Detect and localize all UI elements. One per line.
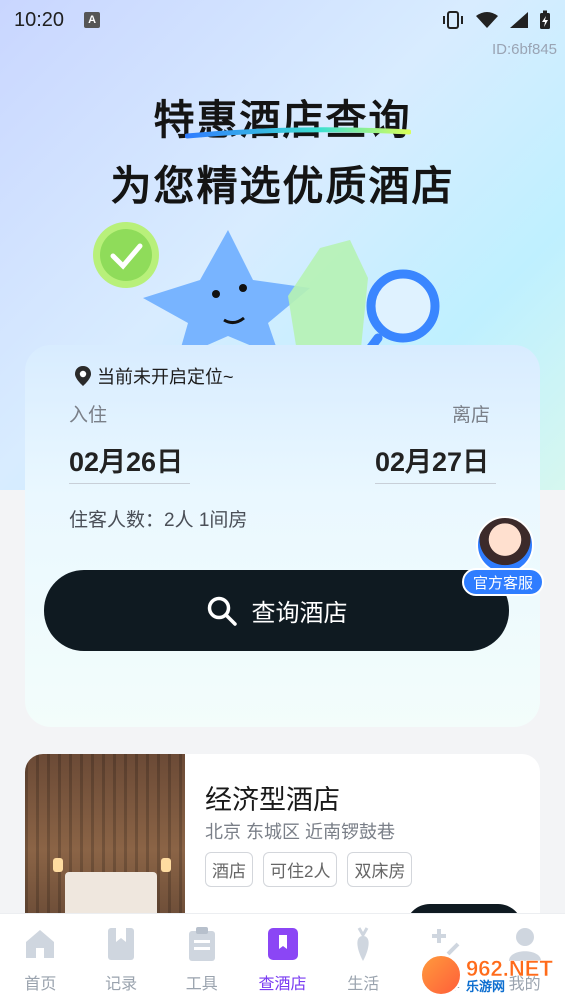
- hotel-name: 经济型酒店: [205, 785, 340, 815]
- search-hotel-button[interactable]: 查询酒店: [44, 570, 509, 651]
- headline-subtitle: 为您精选优质酒店: [110, 163, 455, 209]
- tab-home[interactable]: 首页: [0, 914, 81, 1004]
- tab-records[interactable]: 记录: [81, 914, 162, 1004]
- tab-label: 首页: [24, 976, 57, 993]
- hotel-tags: 酒店 可住2人 双床房: [205, 852, 413, 887]
- tab-tools[interactable]: 工具: [161, 914, 242, 1004]
- checkin-underline: [69, 483, 190, 484]
- carrot-icon: [357, 927, 369, 961]
- customer-service-label: 官方客服: [462, 568, 544, 596]
- checkout-label: 离店: [452, 405, 491, 426]
- service-avatar: [476, 516, 534, 574]
- wifi-icon: [476, 12, 498, 28]
- tab-hotel[interactable]: 查酒店: [242, 914, 323, 1004]
- mascot-illustration: [93, 222, 440, 358]
- guest-count[interactable]: 住客人数：2人 1间房: [69, 505, 247, 532]
- hotel-lamp-right: [161, 858, 171, 872]
- location-row[interactable]: 当前未开启定位~: [73, 363, 234, 389]
- tab-label: 查酒店: [258, 976, 307, 993]
- device-id: ID:6bf845: [491, 41, 557, 58]
- tab-label: 工具: [185, 976, 218, 993]
- hotel-address: 北京 东城区 近南锣鼓巷: [205, 822, 396, 842]
- search-icon: [207, 596, 237, 626]
- status-icons: [441, 10, 551, 30]
- tab-label: 生活: [347, 976, 380, 993]
- home-icon: [26, 930, 55, 958]
- notification-a-icon: A: [84, 12, 101, 28]
- hotel-bed-shape: [65, 872, 157, 918]
- checkin-date[interactable]: 02月26日: [69, 440, 183, 479]
- hotel-tag: 可住2人: [263, 852, 338, 887]
- check-badge-icon: [93, 222, 159, 288]
- search-hotel-label: 查询酒店: [251, 600, 348, 627]
- clipboard-icon: [188, 927, 215, 961]
- status-bar: 10:20 A: [0, 0, 565, 40]
- customer-service-button[interactable]: 官方客服: [462, 516, 546, 600]
- bookmark-icon: [108, 928, 135, 960]
- battery-icon: [540, 10, 550, 29]
- watermark-main-text: 962.NET: [466, 955, 553, 981]
- hotel-icon: [267, 928, 298, 960]
- hotel-tag: 双床房: [347, 852, 413, 887]
- tab-life[interactable]: 生活: [323, 914, 404, 1004]
- vibrate-icon: [443, 11, 463, 29]
- checkout-date[interactable]: 02月27日: [375, 440, 489, 479]
- site-watermark: 962.NET 乐游网: [420, 950, 560, 1000]
- checkin-label: 入住: [69, 405, 108, 426]
- status-time: 10:20: [14, 8, 65, 31]
- title-underline-decoration: [185, 127, 411, 139]
- watermark-logo-icon: [420, 954, 462, 996]
- signal-icon: [510, 12, 528, 28]
- hotel-tag: 酒店: [205, 852, 253, 887]
- checkout-underline: [375, 483, 496, 484]
- location-pin-icon: [75, 366, 91, 386]
- tab-label: 记录: [105, 976, 138, 993]
- hotel-lamp-left: [53, 858, 63, 872]
- watermark-sub-text: 乐游网: [466, 978, 506, 994]
- location-status-text: 当前未开启定位~: [97, 367, 234, 387]
